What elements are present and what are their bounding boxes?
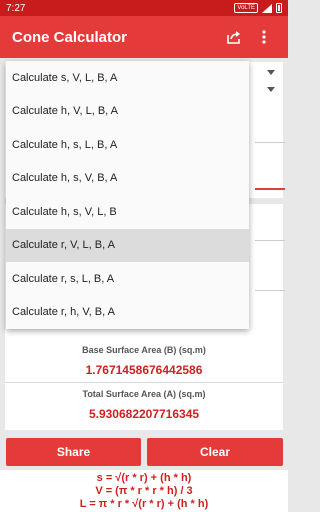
formulas-panel: s = √(r * r) + (h * h) V = (π * r * r * … (0, 470, 288, 512)
result-value: 5.930682207716345 (88, 407, 200, 421)
formula-line: V = (π * r * r * h) / 3 (95, 485, 193, 497)
status-time: 7:27 (6, 2, 26, 14)
dropdown-option[interactable]: Calculate h, s, L, B, A (6, 128, 249, 162)
result-value: 1.7671458676442586 (85, 363, 203, 377)
result-label: Total Surface Area (A) (sq.m) (82, 389, 206, 399)
field-divider (255, 240, 285, 241)
dropdown-option-selected[interactable]: Calculate r, V, L, B, A (6, 228, 249, 262)
signal-icon (262, 3, 272, 13)
result-label: Base Surface Area (B) (sq.m) (82, 345, 206, 355)
dropdown-option[interactable]: Calculate h, V, L, B, A (6, 95, 249, 129)
results-divider (5, 382, 283, 383)
input-underline (255, 188, 285, 190)
share-icon[interactable] (222, 25, 246, 49)
dropdown-option[interactable]: Calculate h, s, V, L, B (6, 195, 249, 229)
status-bar: 7:27 VoLTE (0, 0, 288, 16)
dropdown-option[interactable]: Calculate h, s, V, B, A (6, 162, 249, 196)
status-icons: VoLTE (234, 3, 282, 13)
dropdown-option[interactable]: Calculate r, h, V, B, A (6, 296, 249, 330)
dropdown-option[interactable]: Calculate r, s, L, B, A (6, 262, 249, 296)
volte-badge: VoLTE (234, 3, 258, 13)
share-button[interactable]: Share (6, 438, 141, 466)
calculation-dropdown: Calculate s, V, L, B, A Calculate h, V, … (6, 61, 249, 329)
app-bar: Cone Calculator (0, 16, 288, 58)
total-surface-area-result: Total Surface Area (A) (sq.m) 5.93068220… (5, 389, 283, 421)
formula-line: s = √(r * r) + (h * h) (96, 472, 192, 484)
clear-button[interactable]: Clear (147, 438, 283, 466)
chevron-down-icon[interactable] (267, 70, 275, 75)
base-surface-area-result: Base Surface Area (B) (sq.m) 1.767145867… (5, 345, 283, 377)
field-divider (255, 142, 285, 143)
chevron-down-icon[interactable] (267, 87, 275, 92)
battery-icon (276, 3, 282, 13)
dropdown-option[interactable]: Calculate s, V, L, B, A (6, 61, 249, 95)
app-title: Cone Calculator (12, 28, 128, 46)
formula-line: L = π * r * √(r * r) + (h * h) (79, 498, 209, 510)
field-divider (255, 290, 285, 291)
more-options-icon[interactable] (252, 25, 276, 49)
